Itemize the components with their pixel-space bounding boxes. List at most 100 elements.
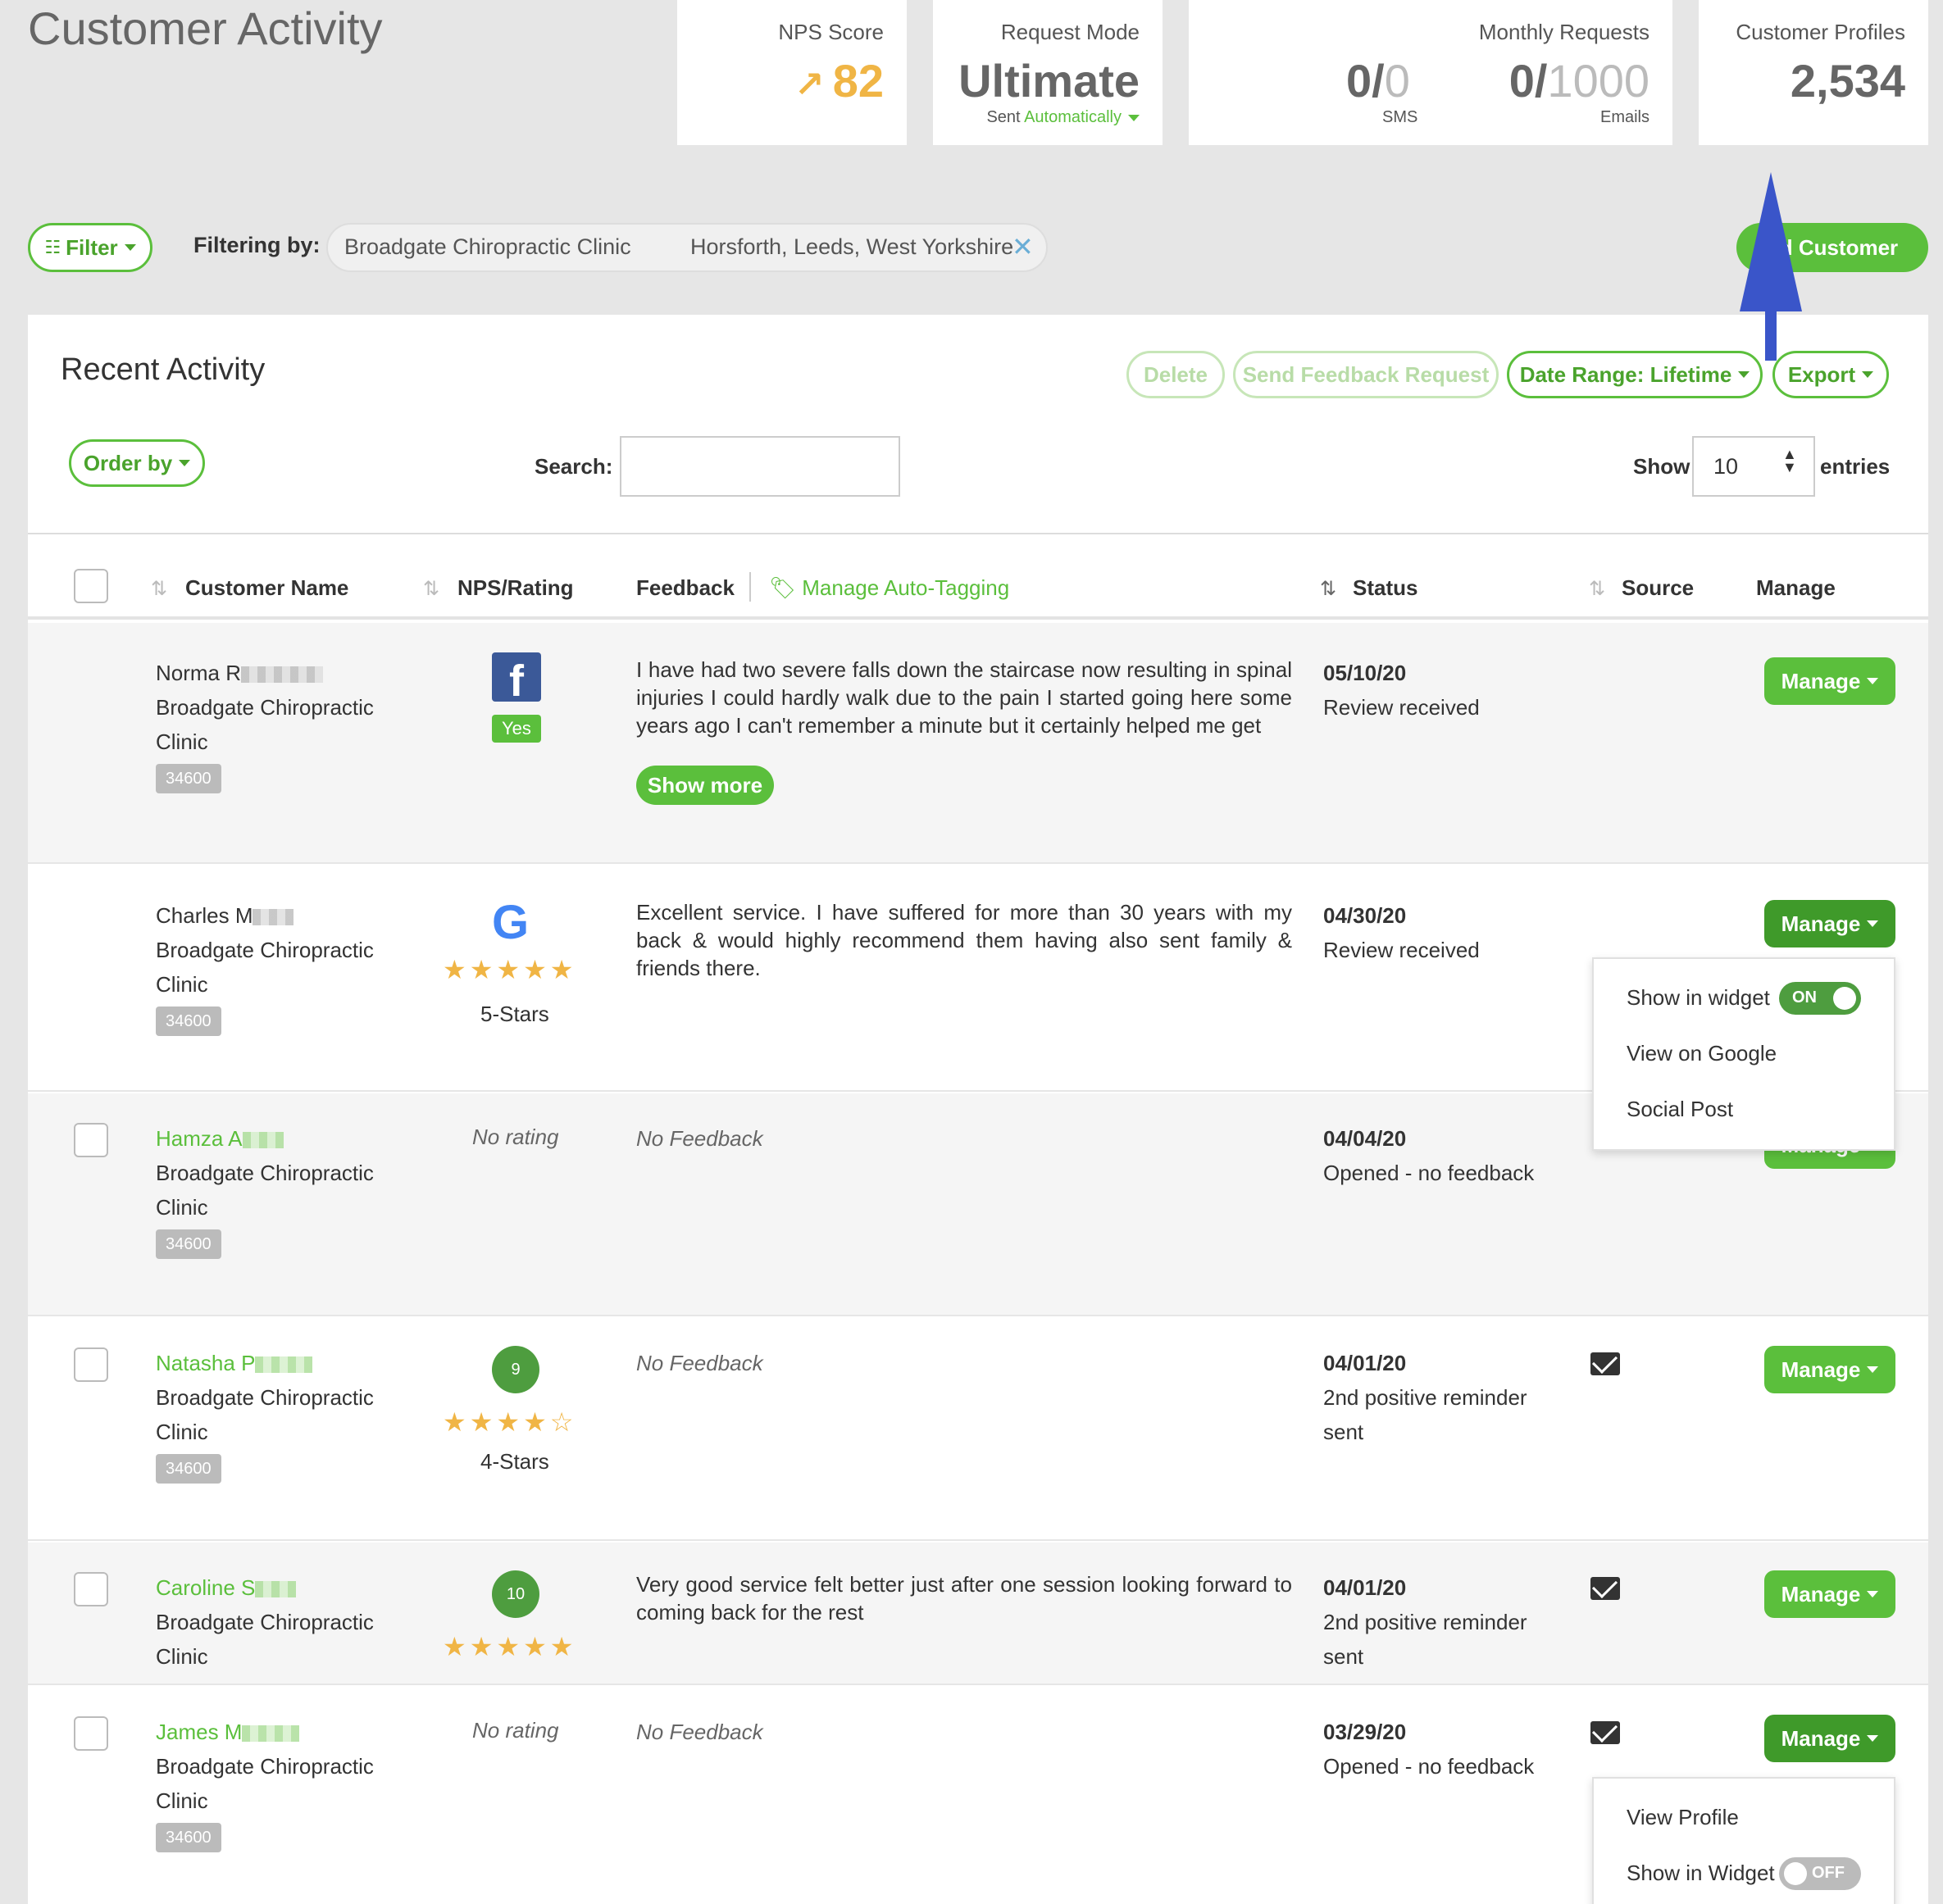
row-checkbox[interactable] — [74, 1716, 108, 1751]
customer-name[interactable]: James M — [156, 1715, 300, 1749]
menu-item-view-on-google[interactable]: View on Google — [1627, 1041, 1777, 1066]
send-feedback-request-button[interactable]: Send Feedback Request — [1233, 351, 1499, 398]
customer-name[interactable]: Hamza A — [156, 1121, 284, 1156]
entries-select[interactable]: 10 ▲ ▼ — [1692, 436, 1815, 497]
status-text: 2nd positive reminder — [1323, 1610, 1527, 1634]
menu-item-social-post[interactable]: Social Post — [1627, 1097, 1733, 1122]
no-rating-text: No rating — [472, 1718, 559, 1743]
tag-icon: 🏷 — [769, 575, 797, 600]
export-button[interactable]: Export — [1772, 351, 1889, 398]
chevron-down-icon — [1867, 1591, 1879, 1597]
feedback-text: No Feedback — [636, 1720, 763, 1744]
show-in-widget-toggle[interactable]: OFF — [1779, 1857, 1861, 1890]
manage-button[interactable]: Manage — [1764, 900, 1895, 947]
feedback-text: I have had two severe falls down the sta… — [636, 657, 1292, 738]
manage-button[interactable]: Manage — [1764, 1570, 1895, 1618]
sort-icon[interactable]: ⇅ — [151, 577, 167, 601]
clinic-name-line2: Clinic — [156, 1420, 208, 1444]
menu-item-show-in-widget[interactable]: Show in widget — [1627, 985, 1770, 1011]
table-row: Natasha P Broadgate Chiropractic Clinic … — [28, 1318, 1928, 1541]
manage-auto-tagging-link[interactable]: 🏷 Manage Auto-Tagging — [769, 575, 1009, 601]
status-text: 2nd positive reminder — [1323, 1385, 1527, 1410]
redacted-name — [242, 1132, 284, 1149]
customer-profiles-card: Customer Profiles 2,534 — [1699, 0, 1928, 145]
redacted-name — [242, 1725, 300, 1743]
customer-profiles-value: 2,534 — [1790, 55, 1905, 107]
star-rating: ★★★★☆ — [443, 1407, 577, 1437]
menu-item-view-profile[interactable]: View Profile — [1627, 1805, 1739, 1830]
order-by-button[interactable]: Order by — [69, 439, 205, 487]
show-more-button[interactable]: Show more — [636, 766, 774, 805]
stars-label: 5-Stars — [480, 1002, 549, 1026]
filter-chip-area: Horsforth, Leeds, West Yorkshire — [690, 234, 1014, 259]
clinic-name: Broadgate Chiropractic — [156, 1161, 374, 1185]
request-mode-card: Request Mode Ultimate Sent Automatically — [933, 0, 1163, 145]
status-date: 05/10/20 — [1323, 661, 1407, 685]
customer-name[interactable]: Charles M — [156, 898, 294, 933]
close-icon[interactable]: ✕ — [1012, 231, 1034, 262]
status-date: 04/30/20 — [1323, 903, 1407, 928]
nps-score-label: NPS Score — [778, 20, 884, 44]
sort-icon[interactable]: ⇅ — [1589, 577, 1605, 601]
chevron-down-icon — [124, 244, 136, 251]
redacted-name — [241, 666, 324, 684]
clinic-name-line2: Clinic — [156, 1195, 208, 1220]
show-in-widget-toggle[interactable]: ON — [1779, 982, 1861, 1015]
col-feedback: Feedback — [636, 575, 735, 600]
customer-name[interactable]: Natasha P — [156, 1346, 313, 1380]
entries-label: entries — [1820, 454, 1891, 479]
menu-item-show-in-widget[interactable]: Show in Widget — [1627, 1861, 1775, 1886]
nps-score-badge: 9 — [492, 1346, 539, 1393]
row-checkbox[interactable] — [74, 1572, 108, 1606]
search-input[interactable] — [620, 436, 900, 497]
row-checkbox[interactable] — [74, 1123, 108, 1157]
chevron-down-icon — [1128, 114, 1140, 121]
chevron-down-icon — [179, 460, 191, 466]
star-rating: ★★★★★ — [443, 1632, 577, 1661]
col-status[interactable]: Status — [1353, 575, 1417, 601]
clinic-name: Broadgate Chiropractic — [156, 695, 374, 720]
row-checkbox[interactable] — [74, 1347, 108, 1382]
chevron-down-icon — [1862, 371, 1874, 378]
table-header: ⇅ Customer Name ⇅ NPS/Rating Feedback 🏷 … — [28, 533, 1928, 620]
customer-name[interactable]: Norma R — [156, 656, 324, 690]
status-text: Review received — [1323, 938, 1480, 962]
stars-label: 4-Stars — [480, 1449, 549, 1474]
customer-tag: 34600 — [156, 764, 221, 793]
sent-automatically[interactable]: Sent Automatically — [986, 108, 1140, 127]
clinic-name: Broadgate Chiropractic — [156, 1610, 374, 1634]
manage-button[interactable]: Manage — [1764, 1346, 1895, 1393]
sort-icon[interactable]: ⇅ — [423, 577, 439, 601]
no-rating-text: No rating — [472, 1125, 559, 1149]
customer-name[interactable]: Caroline S — [156, 1570, 297, 1605]
redacted-name — [255, 1356, 313, 1374]
sort-desc-icon[interactable]: ⇅ — [1320, 577, 1336, 601]
status-date: 04/04/20 — [1323, 1126, 1407, 1151]
manage-button[interactable]: Manage — [1764, 657, 1895, 705]
date-range-button[interactable]: Date Range: Lifetime — [1507, 351, 1763, 398]
filter-button[interactable]: ☷ Filter — [28, 223, 152, 272]
customer-profiles-label: Customer Profiles — [1736, 20, 1905, 44]
updown-arrow-icon: ▲ ▼ — [1782, 446, 1797, 475]
sms-label: SMS — [1382, 108, 1418, 126]
table-row: Norma R Broadgate Chiropractic Clinic 34… — [28, 623, 1928, 864]
show-label: Show — [1633, 454, 1690, 479]
manage-button[interactable]: Manage — [1764, 1715, 1895, 1762]
feedback-text: Very good service felt better just after… — [636, 1572, 1292, 1625]
panel-title: Recent Activity — [61, 352, 266, 387]
col-nps-rating[interactable]: NPS/Rating — [457, 575, 574, 601]
status-text-line2: sent — [1323, 1644, 1364, 1669]
delete-button[interactable]: Delete — [1126, 351, 1225, 398]
nps-score-badge: 10 — [492, 1570, 539, 1618]
feedback-text: No Feedback — [636, 1351, 763, 1375]
monthly-requests-label: Monthly Requests — [1478, 20, 1650, 44]
request-mode-value: Ultimate — [958, 55, 1140, 107]
col-customer-name[interactable]: Customer Name — [185, 575, 348, 601]
select-all-checkbox[interactable] — [74, 569, 108, 603]
clinic-name-line2: Clinic — [156, 729, 208, 754]
col-source[interactable]: Source — [1622, 575, 1694, 601]
facebook-icon: f — [492, 652, 541, 706]
clinic-name: Broadgate Chiropractic — [156, 1754, 374, 1779]
sliders-icon: ☷ — [44, 237, 61, 257]
manage-dropdown-menu: Show in widget ON View on Google Social … — [1592, 957, 1895, 1151]
